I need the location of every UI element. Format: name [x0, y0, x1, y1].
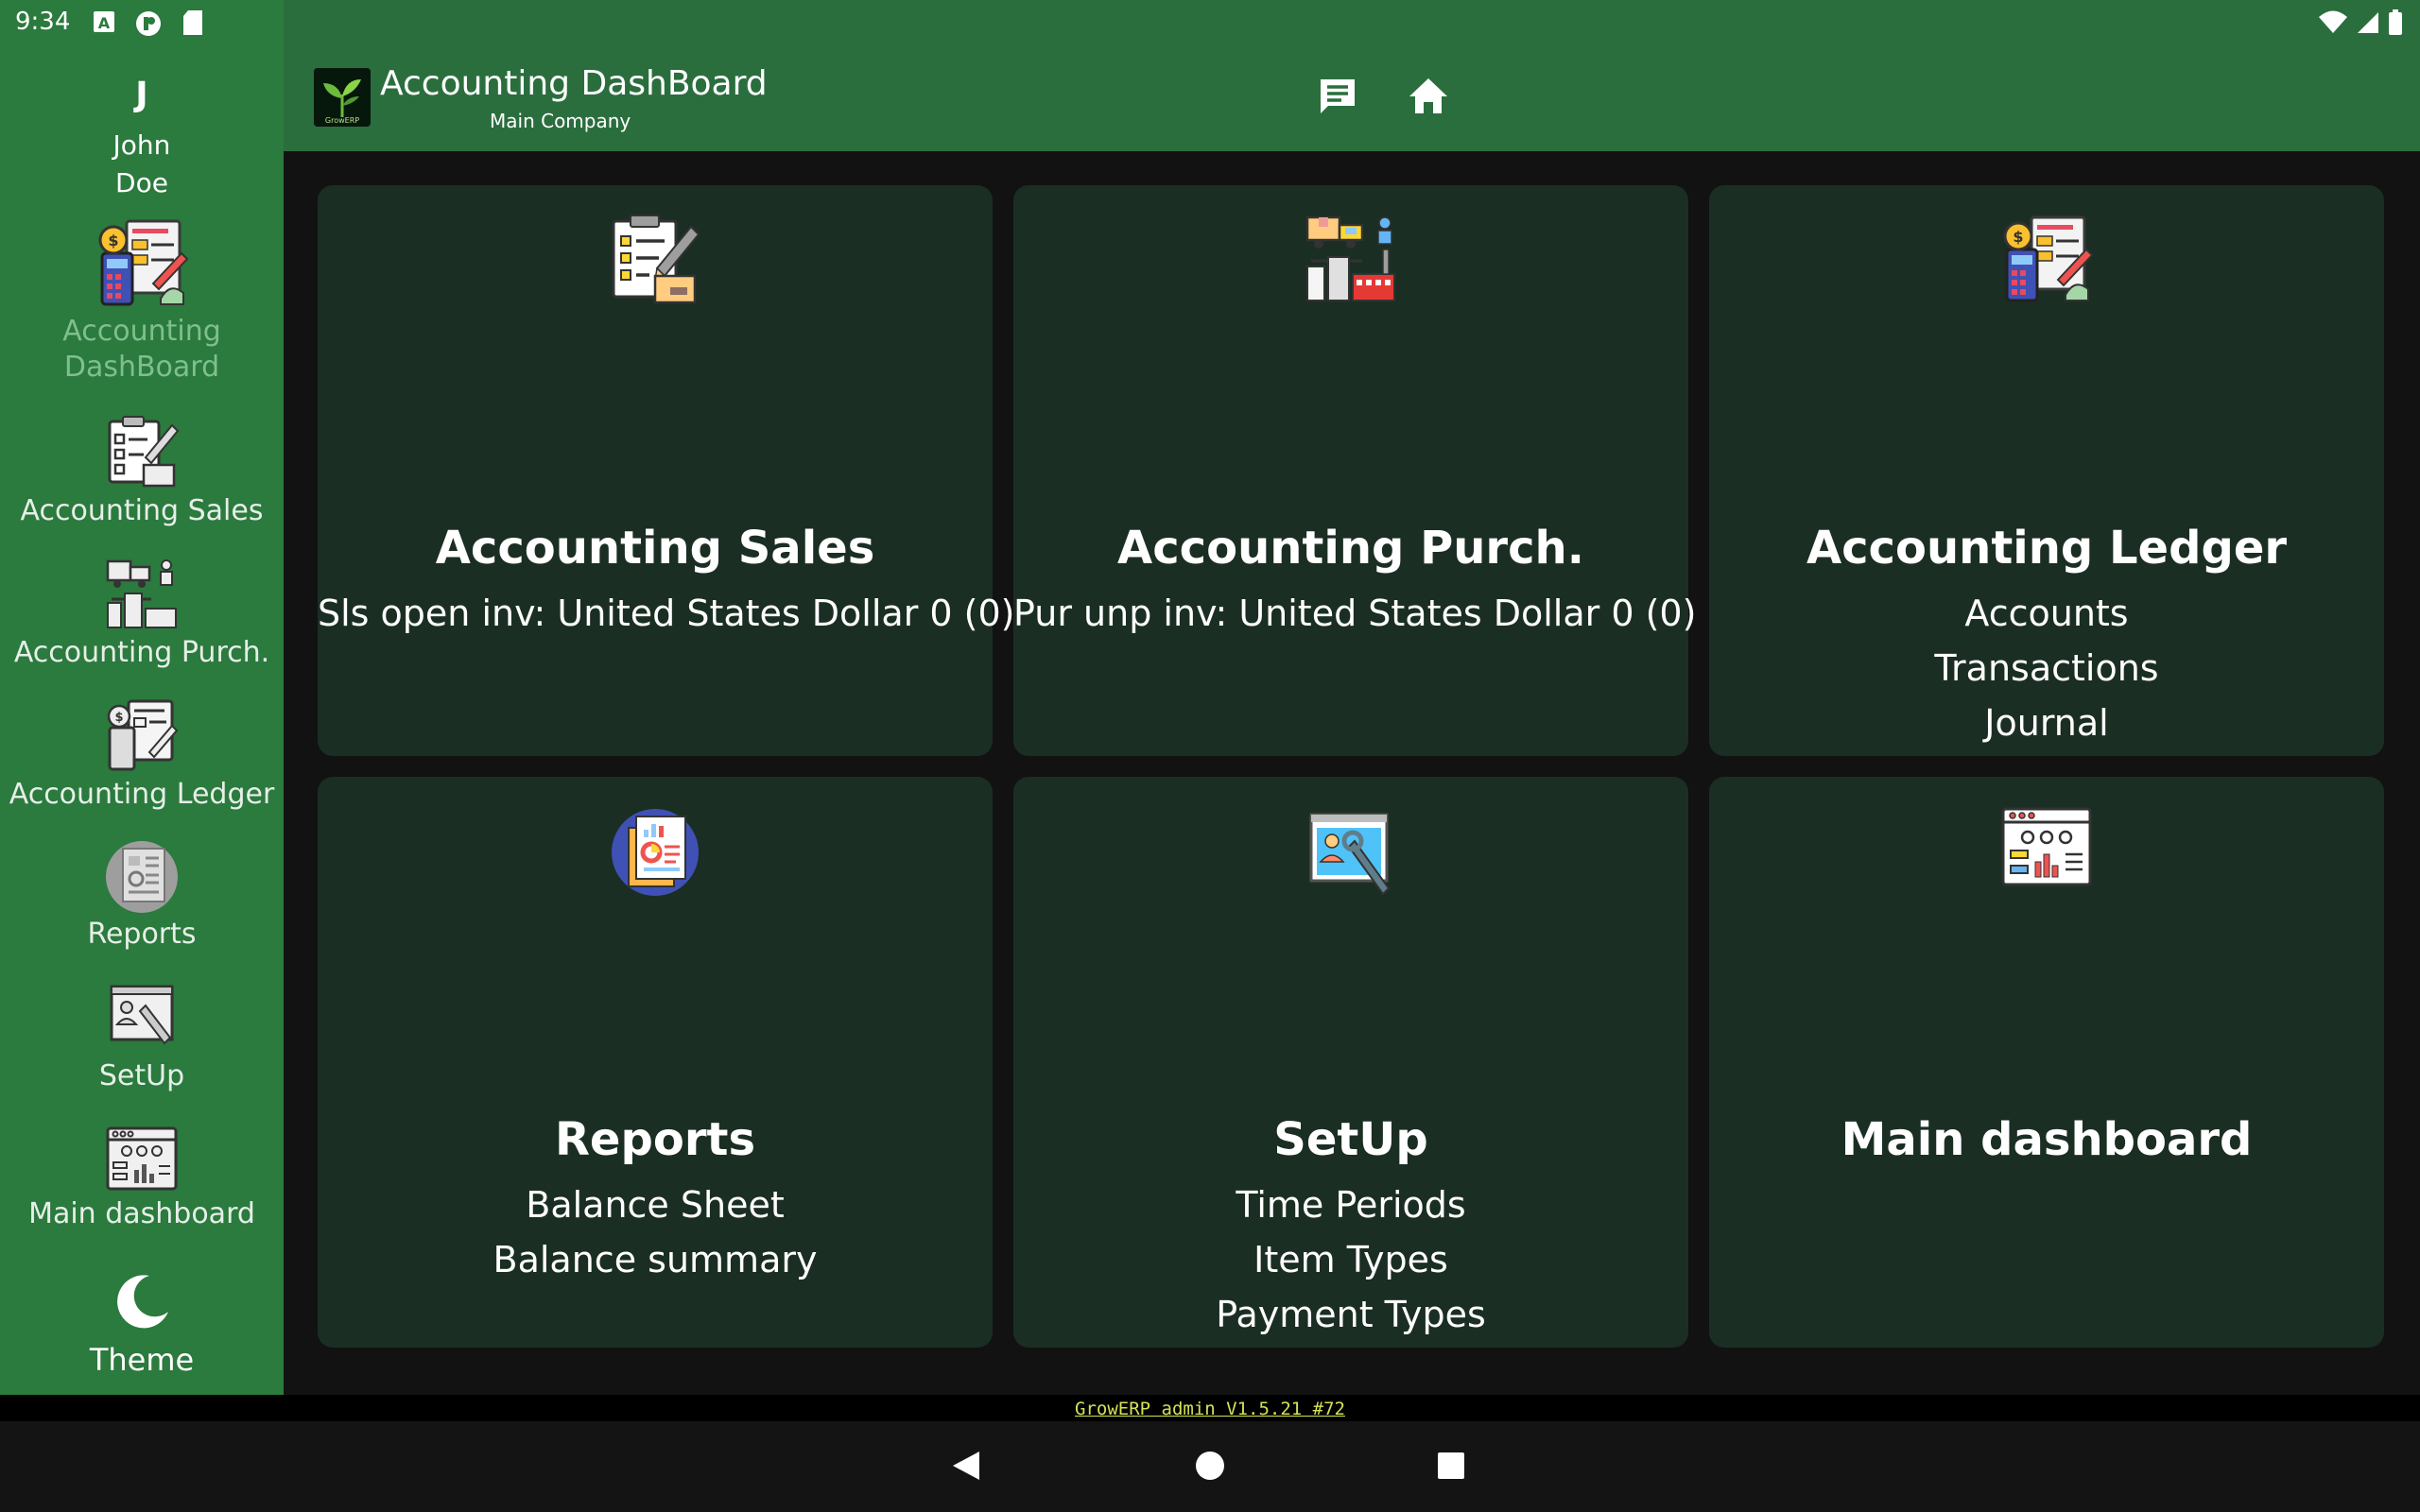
- main-dashboard-icon: [0, 1125, 284, 1196]
- purchase-unpaid-invoices: Pur unp inv: United States Dollar 0 (0): [1013, 593, 1697, 634]
- accounting-sales-icon: [0, 414, 284, 493]
- setup-icon: [0, 979, 284, 1058]
- main-dashboard-icon: [1999, 803, 2094, 892]
- setup-icon: [1304, 803, 1398, 902]
- accounting-purchase-icon: [1304, 212, 1398, 310]
- recents-icon: [1436, 1451, 1466, 1485]
- accounting-ledger-icon: $: [1999, 212, 2094, 310]
- notification-a-icon: A: [93, 9, 115, 38]
- navigation-rail: J John Doe $ Accounting DashBoard Accoun…: [0, 0, 284, 1395]
- status-bar: 9:34 A: [0, 0, 2420, 47]
- sidebar-item-label: Accounting Sales: [20, 494, 264, 527]
- theme-toggle[interactable]: Theme: [0, 1272, 284, 1378]
- version-link[interactable]: GrowERP admin V1.5.21 #72: [1075, 1399, 1345, 1419]
- sidebar-item-label: Reports: [87, 918, 197, 951]
- svg-text:$: $: [108, 232, 118, 249]
- card-title: Accounting Sales: [435, 522, 875, 575]
- sidebar-item-accounting-purchase[interactable]: Accounting Purch.: [0, 556, 284, 671]
- chat-button[interactable]: [1314, 74, 1361, 121]
- moon-icon: [0, 1272, 284, 1336]
- sidebar-item-label: Accounting Ledger: [9, 778, 275, 811]
- sidebar-item-reports[interactable]: Reports: [0, 837, 284, 953]
- card-accounting-purchase[interactable]: Accounting Purch. Pur unp inv: United St…: [1013, 185, 1697, 756]
- logo-text: GrowERP: [325, 116, 359, 125]
- home-button[interactable]: [1405, 74, 1452, 121]
- accounting-sales-icon: [608, 212, 702, 310]
- svg-text:$: $: [114, 711, 123, 725]
- sales-open-invoices: Sls open inv: United States Dollar 0 (0): [318, 593, 1015, 634]
- ledger-link-transactions[interactable]: Transactions: [1709, 641, 2384, 696]
- ledger-link-accounts[interactable]: Accounts: [1709, 586, 2384, 641]
- growerp-logo: GrowERP: [314, 68, 371, 127]
- user-name[interactable]: John Doe: [0, 127, 284, 202]
- card-title: Accounting Ledger: [1806, 522, 2288, 575]
- version-footer: GrowERP admin V1.5.21 #72: [0, 1395, 2420, 1421]
- system-navigation-bar: [0, 1421, 2420, 1512]
- home-nav-button[interactable]: [1186, 1444, 1234, 1491]
- accounting-ledger-icon: $: [0, 697, 284, 777]
- sidebar-item-label: Main dashboard: [28, 1197, 255, 1230]
- recents-button[interactable]: [1427, 1444, 1475, 1491]
- card-title: Accounting Purch.: [1117, 522, 1584, 575]
- card-main-dashboard[interactable]: Main dashboard: [1709, 777, 2384, 1348]
- back-button[interactable]: [942, 1444, 990, 1491]
- page-title: Accounting DashBoard: [380, 64, 768, 103]
- sidebar-item-label: SetUp: [98, 1059, 185, 1092]
- card-accounting-sales[interactable]: Accounting Sales Sls open inv: United St…: [318, 185, 1015, 756]
- setup-link-payment-types[interactable]: Payment Types: [1013, 1287, 1688, 1342]
- app-icon: [134, 9, 163, 42]
- card-title: Main dashboard: [1841, 1113, 2253, 1166]
- sd-card-icon: [182, 9, 204, 40]
- sidebar-item-accounting-sales[interactable]: Accounting Sales: [0, 414, 284, 529]
- status-time: 9:34: [15, 8, 71, 36]
- sidebar-item-accounting-ledger[interactable]: $ Accounting Ledger: [0, 697, 284, 813]
- battery-icon: [2388, 9, 2403, 40]
- reports-link-balance-sheet[interactable]: Balance Sheet: [318, 1177, 993, 1232]
- chat-icon: [1317, 76, 1358, 119]
- setup-link-item-types[interactable]: Item Types: [1013, 1232, 1688, 1287]
- sidebar-item-main-dashboard[interactable]: Main dashboard: [0, 1125, 284, 1232]
- sidebar-item-label: Accounting DashBoard: [62, 315, 221, 384]
- svg-text:A: A: [98, 14, 111, 32]
- reports-link-balance-summary[interactable]: Balance summary: [318, 1232, 993, 1287]
- ledger-link-journal[interactable]: Journal: [1709, 696, 2384, 750]
- accounting-dashboard-icon: $: [0, 215, 284, 314]
- sidebar-item-accounting-dashboard[interactable]: $ Accounting DashBoard: [0, 215, 284, 386]
- back-icon: [951, 1450, 981, 1486]
- setup-link-time-periods[interactable]: Time Periods: [1013, 1177, 1688, 1232]
- signal-icon: [2356, 10, 2380, 39]
- home-circle-icon: [1194, 1450, 1226, 1486]
- reports-icon: [0, 837, 284, 917]
- accounting-purchase-icon: [0, 556, 284, 635]
- card-title: SetUp: [1273, 1113, 1428, 1166]
- svg-text:$: $: [2013, 228, 2023, 246]
- card-reports[interactable]: Reports Balance Sheet Balance summary: [318, 777, 993, 1348]
- wifi-icon: [2318, 10, 2348, 39]
- user-avatar[interactable]: J: [0, 76, 284, 114]
- user-last-name: Doe: [115, 167, 168, 198]
- sidebar-item-setup[interactable]: SetUp: [0, 979, 284, 1094]
- sidebar-item-label: Accounting Purch.: [13, 636, 270, 669]
- user-first-name: John: [112, 129, 171, 161]
- home-icon: [1408, 76, 1449, 119]
- card-accounting-ledger[interactable]: $ Accounting Ledger Accounts Transaction…: [1709, 185, 2384, 756]
- reports-icon: [608, 803, 702, 902]
- card-setup[interactable]: SetUp Time Periods Item Types Payment Ty…: [1013, 777, 1688, 1348]
- theme-label: Theme: [89, 1342, 195, 1378]
- card-title: Reports: [554, 1113, 756, 1166]
- company-subtitle: Main Company: [490, 110, 631, 132]
